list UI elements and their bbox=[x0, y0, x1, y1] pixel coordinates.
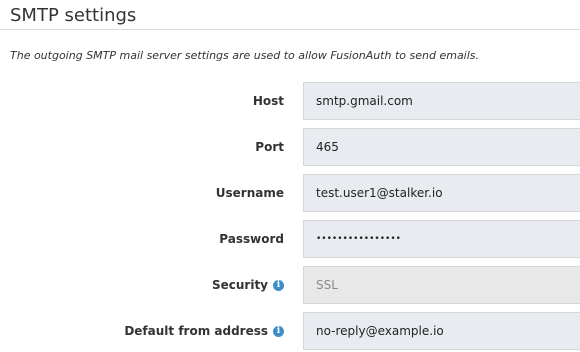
default-from-address-label: Default from address i bbox=[124, 312, 284, 350]
default-from-address-label-text: Default from address bbox=[124, 324, 268, 338]
username-row: Username bbox=[0, 174, 580, 212]
security-label-text: Security bbox=[211, 278, 268, 292]
default-from-address-row: Default from address i bbox=[0, 312, 580, 350]
port-label: Port bbox=[255, 128, 284, 166]
port-row: Port bbox=[0, 128, 580, 166]
port-input[interactable] bbox=[303, 128, 580, 166]
default-from-address-info-icon[interactable]: i bbox=[273, 325, 284, 337]
security-row: Security i bbox=[0, 266, 580, 304]
username-label: Username bbox=[216, 174, 284, 212]
password-row: Password bbox=[0, 220, 580, 258]
password-input[interactable] bbox=[303, 220, 580, 258]
password-label-text: Password bbox=[219, 232, 284, 246]
smtp-settings-panel: SMTP settings The outgoing SMTP mail ser… bbox=[0, 0, 580, 352]
password-label: Password bbox=[219, 220, 284, 258]
section-divider bbox=[0, 29, 580, 30]
section-description: The outgoing SMTP mail server settings a… bbox=[10, 49, 480, 62]
username-input[interactable] bbox=[303, 174, 580, 212]
default-from-address-input[interactable] bbox=[303, 312, 580, 350]
host-label-text: Host bbox=[252, 94, 284, 108]
security-label: Security i bbox=[212, 266, 284, 304]
host-row: Host bbox=[0, 82, 580, 120]
host-input[interactable] bbox=[303, 82, 580, 120]
username-label-text: Username bbox=[215, 186, 284, 200]
security-select[interactable] bbox=[303, 266, 580, 304]
section-title: SMTP settings bbox=[10, 5, 137, 26]
host-label: Host bbox=[253, 82, 284, 120]
port-label-text: Port bbox=[255, 140, 284, 154]
security-info-icon[interactable]: i bbox=[273, 279, 284, 291]
